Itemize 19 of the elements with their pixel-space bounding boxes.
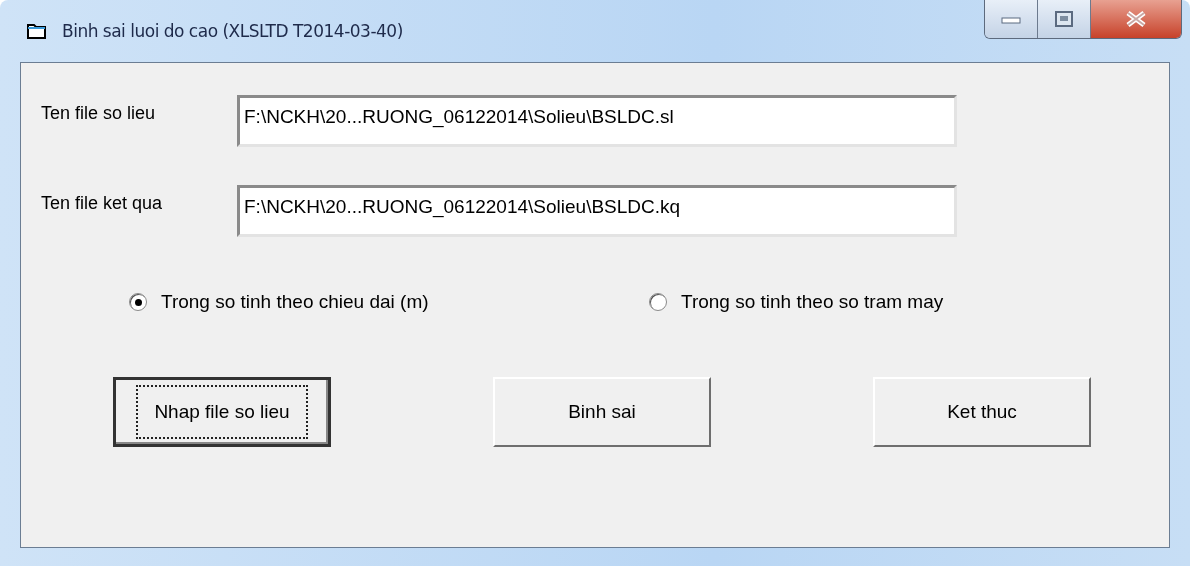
- dialog-button[interactable]: Ket thuc: [873, 377, 1091, 447]
- window-icon: [26, 22, 48, 40]
- radio-label: Trong so tinh theo so tram may: [681, 291, 944, 313]
- radio-label: Trong so tinh theo chieu dai (m): [161, 291, 429, 313]
- dialog-button[interactable]: Nhap file so lieu: [113, 377, 331, 447]
- close-button[interactable]: [1091, 0, 1181, 38]
- radio-button[interactable]: [129, 293, 147, 311]
- field-label: Ten file ket qua: [41, 192, 164, 214]
- radio-button[interactable]: [649, 293, 667, 311]
- field-label: Ten file so lieu: [41, 102, 157, 124]
- path-field[interactable]: F:\NCKH\20...RUONG_06122014\Solieu\BSLDC.kq: [237, 185, 957, 237]
- path-field[interactable]: F:\NCKH\20...RUONG_06122014\Solieu\BSLDC.sl: [237, 95, 957, 147]
- minimize-icon: [1001, 14, 1021, 24]
- maximize-button[interactable]: [1038, 0, 1091, 38]
- maximize-icon: [1055, 11, 1073, 27]
- window-title: Binh sai luoi do cao (XLSLTD T2014-03-40): [62, 21, 403, 41]
- close-icon: [1124, 10, 1148, 28]
- dialog-button[interactable]: Binh sai: [493, 377, 711, 447]
- minimize-button[interactable]: [985, 0, 1038, 38]
